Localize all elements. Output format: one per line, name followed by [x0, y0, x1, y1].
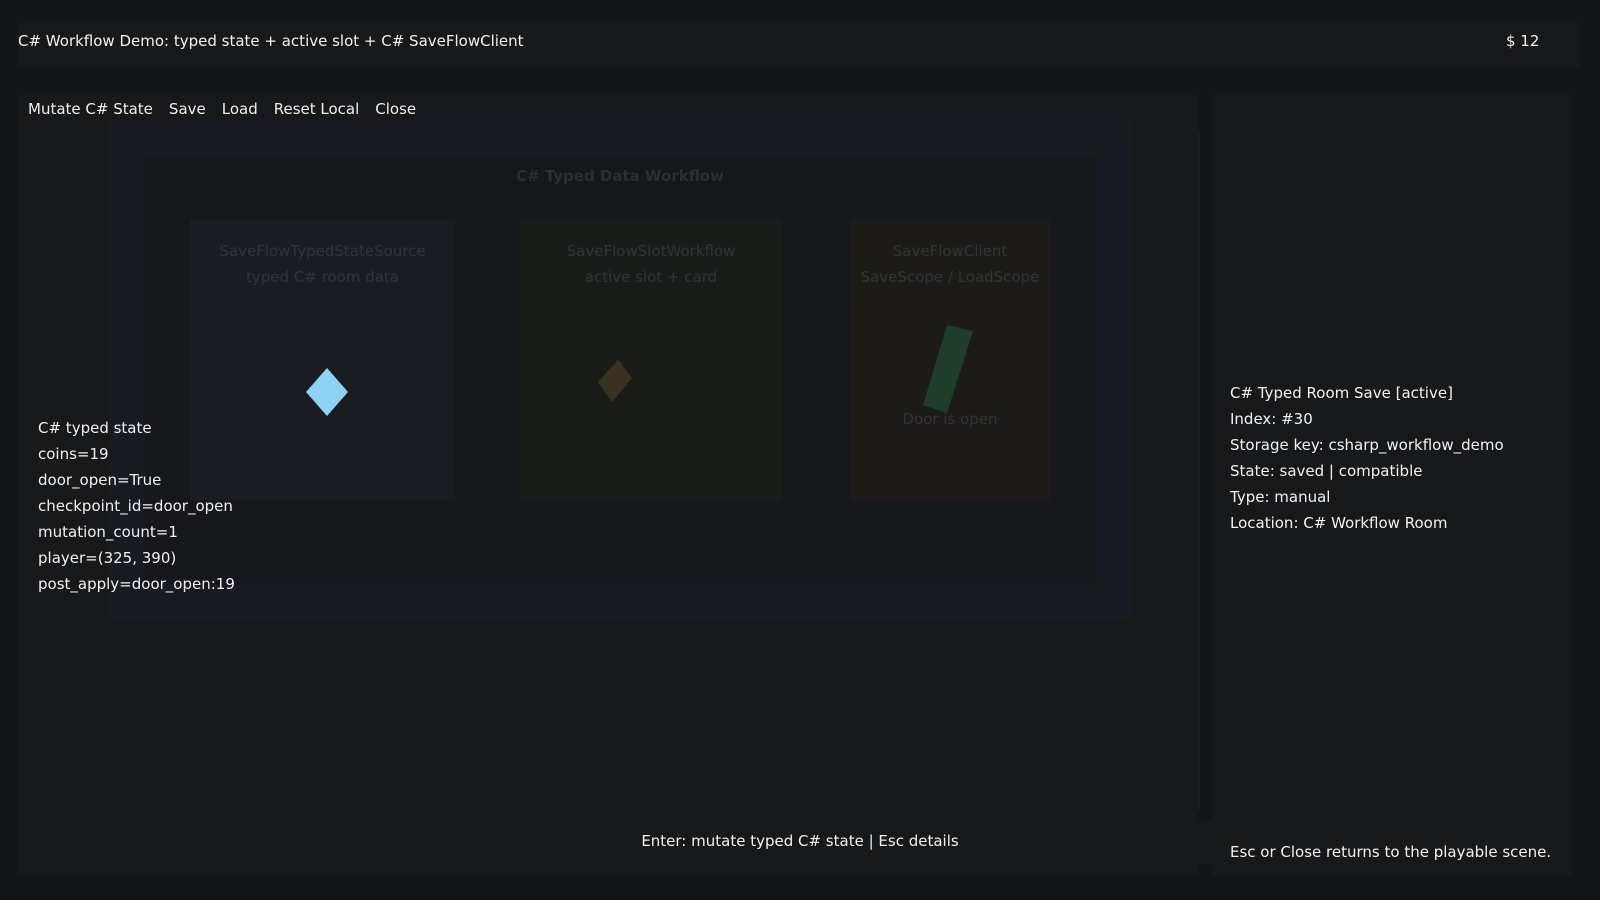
door-bar-shape: [923, 325, 973, 413]
state-door-open: door_open=True: [38, 471, 162, 489]
player-diamond-shape: [306, 368, 348, 416]
card-label: SaveFlowSlotWorkflow active slot + card: [520, 238, 782, 290]
slot-title: C# Typed Room Save [active]: [1230, 384, 1453, 402]
coin-diamond-icon: [598, 360, 632, 402]
state-mutation-count: mutation_count=1: [38, 523, 178, 541]
card-label: SaveFlowClient SaveScope / LoadScope: [850, 238, 1050, 290]
slot-location: Location: C# Workflow Room: [1230, 514, 1448, 532]
reset-local-button[interactable]: Reset Local: [274, 98, 368, 120]
panel-divider: [1198, 130, 1200, 810]
slot-type: Type: manual: [1230, 488, 1331, 506]
card-label: SaveFlowTypedStateSource typed C# room d…: [190, 238, 455, 290]
card-subtitle: typed C# room data: [246, 268, 399, 286]
card-title: SaveFlowTypedStateSource: [219, 242, 426, 260]
game-screen: C# Workflow Demo: typed state + active s…: [0, 0, 1600, 900]
title-bar: C# Workflow Demo: typed state + active s…: [18, 23, 1580, 67]
door-bar-icon: [923, 325, 973, 413]
state-checkpoint: checkpoint_id=door_open: [38, 497, 233, 515]
close-button[interactable]: Close: [375, 98, 424, 120]
slot-state: State: saved | compatible: [1230, 462, 1423, 480]
typed-state-readout: C# typed state coins=19 door_open=True c…: [38, 415, 235, 597]
load-button[interactable]: Load: [222, 98, 266, 120]
hint-bar: Enter: mutate typed C# state | Esc detai…: [355, 820, 1245, 864]
card-title: SaveFlowClient: [892, 242, 1008, 260]
currency-counter: $ 12: [1506, 32, 1540, 50]
hint-text: Enter: mutate typed C# state | Esc detai…: [641, 832, 959, 850]
state-heading: C# typed state: [38, 419, 152, 437]
state-post-apply: post_apply=door_open:19: [38, 575, 235, 593]
card-subtitle: SaveScope / LoadScope: [860, 268, 1040, 286]
coin-diamond-shape: [598, 360, 632, 402]
card-title: SaveFlowSlotWorkflow: [566, 242, 736, 260]
card-subtitle: active slot + card: [584, 268, 718, 286]
state-player-position: player=(325, 390): [38, 549, 177, 567]
room-title: C# Typed Data Workflow: [516, 167, 724, 185]
slot-details: C# Typed Room Save [active] Index: #30 S…: [1230, 380, 1504, 536]
action-menu: Mutate C# State Save Load Reset Local Cl…: [28, 98, 432, 120]
mutate-state-button[interactable]: Mutate C# State: [28, 98, 161, 120]
slot-workflow-card: SaveFlowSlotWorkflow active slot + card: [520, 220, 782, 500]
slot-storage-key: Storage key: csharp_workflow_demo: [1230, 436, 1504, 454]
page-title: C# Workflow Demo: typed state + active s…: [18, 32, 524, 50]
save-button[interactable]: Save: [169, 98, 214, 120]
footer-hint: Esc or Close returns to the playable sce…: [1230, 843, 1552, 861]
player-diamond-icon[interactable]: [306, 368, 348, 416]
state-coins: coins=19: [38, 445, 109, 463]
slot-index: Index: #30: [1230, 410, 1313, 428]
